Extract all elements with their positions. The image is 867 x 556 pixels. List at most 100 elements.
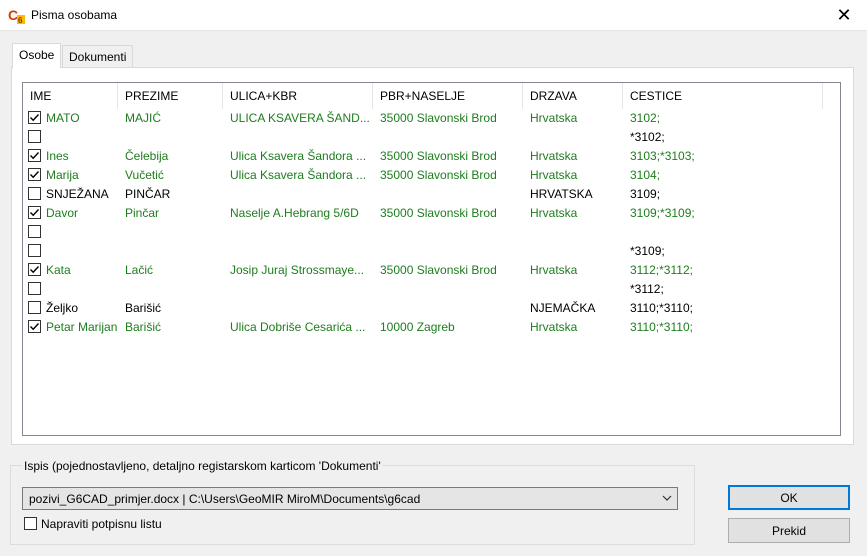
cell-pbr-naselje: 35000 Slavonski Brod	[380, 206, 497, 220]
cell-pbr-naselje: 35000 Slavonski Brod	[380, 263, 497, 277]
close-button[interactable]: ✕	[821, 0, 867, 31]
cell-prezime: Lačić	[125, 263, 154, 277]
cell-prezime: Čelebija	[125, 149, 169, 163]
cell-prezime: Barišić	[125, 301, 162, 315]
cell-cestice: 3109;*3109;	[630, 206, 695, 220]
cell-drzava: Hrvatska	[530, 320, 578, 334]
cancel-button-label: Prekid	[771, 523, 806, 538]
cancel-button[interactable]: Prekid	[728, 518, 850, 543]
signature-list-label[interactable]: Napraviti potpisnu listu	[41, 517, 162, 531]
cell-pbr-naselje: 35000 Slavonski Brod	[380, 168, 497, 182]
checkmark-icon	[30, 323, 40, 331]
table-row[interactable]: *3102;	[23, 128, 840, 147]
tab-panel-osobe: IME PREZIME ULICA+KBR PBR+NASELJE DRZAVA…	[11, 67, 854, 445]
cell-ime: Željko	[46, 301, 79, 315]
cell-ime: Kata	[46, 263, 71, 277]
row-checkbox[interactable]	[28, 168, 41, 181]
list-header: IME PREZIME ULICA+KBR PBR+NASELJE DRZAVA…	[23, 83, 840, 109]
cell-drzava: NJEMAČKA	[530, 301, 596, 315]
column-header-ime[interactable]: IME	[23, 83, 118, 109]
ok-button-label: OK	[780, 490, 798, 505]
row-checkbox[interactable]	[28, 111, 41, 124]
cell-cestice: 3103;*3103;	[630, 149, 695, 163]
cell-ulica: Naselje A.Hebrang 5/6D	[230, 206, 359, 220]
table-row[interactable]: SNJEŽANA PINČAR HRVATSKA 3109;	[23, 185, 840, 204]
cell-ulica: Josip Juraj Strossmaye...	[230, 263, 365, 277]
row-checkbox[interactable]	[28, 187, 41, 200]
cell-cestice: 3112;*3112;	[630, 263, 693, 277]
cell-ime: Marija	[46, 168, 79, 182]
checkmark-icon	[30, 209, 40, 217]
cell-cestice: *3109;	[630, 244, 665, 258]
table-row[interactable]: *3112;	[23, 280, 840, 299]
cell-prezime: MAJIĆ	[125, 111, 161, 125]
table-row[interactable]: Željko Barišić NJEMAČKA 3110;*3110;	[23, 299, 840, 318]
cell-cestice: 3109;	[630, 187, 661, 201]
cell-ulica: ULICA KSAVERA ŠAND...	[230, 111, 370, 125]
persons-list[interactable]: IME PREZIME ULICA+KBR PBR+NASELJE DRZAVA…	[22, 82, 841, 436]
cell-ulica: Ulica Dobriše Cesarića ...	[230, 320, 366, 334]
column-header-prezime[interactable]: PREZIME	[118, 83, 223, 109]
table-row[interactable]: Kata Lačić Josip Juraj Strossmaye... 35000 …	[23, 261, 840, 280]
cell-ulica: Ulica Ksavera Šandora ...	[230, 168, 367, 182]
cell-ime: Ines	[46, 149, 69, 163]
signature-list-checkbox[interactable]	[24, 517, 37, 530]
table-row[interactable]: *3109;	[23, 242, 840, 261]
app-icon: C 6	[8, 7, 25, 24]
table-row[interactable]: MATO MAJIĆ ULICA KSAVERA ŠAND... 35000 Slav…	[23, 109, 840, 128]
cell-cestice: *3102;	[630, 130, 665, 144]
row-checkbox[interactable]	[28, 244, 41, 257]
row-checkbox[interactable]	[28, 301, 41, 314]
row-checkbox[interactable]	[28, 149, 41, 162]
row-checkbox[interactable]	[28, 130, 41, 143]
cell-pbr-naselje: 10000 Zagreb	[380, 320, 455, 334]
row-checkbox[interactable]	[28, 282, 41, 295]
output-group-label: Ispis (pojednostavljeno, detaljno regist…	[22, 459, 383, 473]
table-row[interactable]: Davor Pinčar Naselje A.Hebrang 5/6D 35000 S…	[23, 204, 840, 223]
cell-ime: Davor	[46, 206, 79, 220]
tab-osobe[interactable]: Osobe	[12, 43, 62, 68]
cell-cestice: 3110;*3110;	[630, 301, 693, 315]
cell-drzava: Hrvatska	[530, 111, 578, 125]
cell-cestice: 3104;	[630, 168, 661, 182]
cell-ime: MATO	[46, 111, 80, 125]
row-checkbox[interactable]	[28, 320, 41, 333]
tab-dokumenti[interactable]: Dokumenti	[62, 45, 134, 68]
checkmark-icon	[30, 114, 40, 122]
row-checkbox[interactable]	[28, 263, 41, 276]
cell-drzava: Hrvatska	[530, 168, 578, 182]
chevron-down-icon	[662, 495, 672, 501]
cell-drzava: Hrvatska	[530, 149, 578, 163]
table-row[interactable]: Marija Vučetić Ulica Ksavera Šandora ... 35…	[23, 166, 840, 185]
cell-pbr-naselje: 35000 Slavonski Brod	[380, 111, 497, 125]
cell-drzava: Hrvatska	[530, 263, 578, 277]
row-checkbox[interactable]	[28, 206, 41, 219]
template-select[interactable]: pozivi_G6CAD_primjer.docx | C:\Users\Geo…	[22, 487, 678, 510]
checkmark-icon	[30, 152, 40, 160]
title-bar: C 6 Pisma osobama ✕	[0, 0, 867, 31]
column-header-cestice[interactable]: CESTICE	[623, 83, 823, 109]
cell-ulica: Ulica Ksavera Šandora ...	[230, 149, 367, 163]
cell-drzava: HRVATSKA	[530, 187, 593, 201]
row-checkbox[interactable]	[28, 225, 41, 238]
table-row[interactable]	[23, 223, 840, 242]
table-row[interactable]: Ines Čelebija Ulica Ksavera Šandora ... 350…	[23, 147, 840, 166]
close-icon: ✕	[836, 5, 852, 25]
checkmark-icon	[30, 266, 40, 274]
ok-button[interactable]: OK	[728, 485, 850, 510]
table-row[interactable]: Petar Marijan Barišić Ulica Dobriše Cesari…	[23, 318, 840, 337]
window-title: Pisma osobama	[31, 8, 118, 22]
column-header-pbr-naselje[interactable]: PBR+NASELJE	[373, 83, 523, 109]
cell-cestice: *3112;	[630, 282, 664, 296]
column-header-ulica[interactable]: ULICA+KBR	[223, 83, 373, 109]
svg-text:C: C	[8, 7, 18, 23]
cell-pbr-naselje: 35000 Slavonski Brod	[380, 149, 497, 163]
cell-ime: SNJEŽANA	[46, 187, 109, 201]
cell-prezime: PINČAR	[125, 187, 171, 201]
cell-cestice: 3102;	[630, 111, 661, 125]
template-select-value: pozivi_G6CAD_primjer.docx | C:\Users\Geo…	[29, 492, 421, 506]
cell-ime: Petar Marijan	[46, 320, 118, 334]
cell-cestice: 3110;*3110;	[630, 320, 693, 334]
cell-drzava: Hrvatska	[530, 206, 578, 220]
column-header-drzava[interactable]: DRZAVA	[523, 83, 623, 109]
